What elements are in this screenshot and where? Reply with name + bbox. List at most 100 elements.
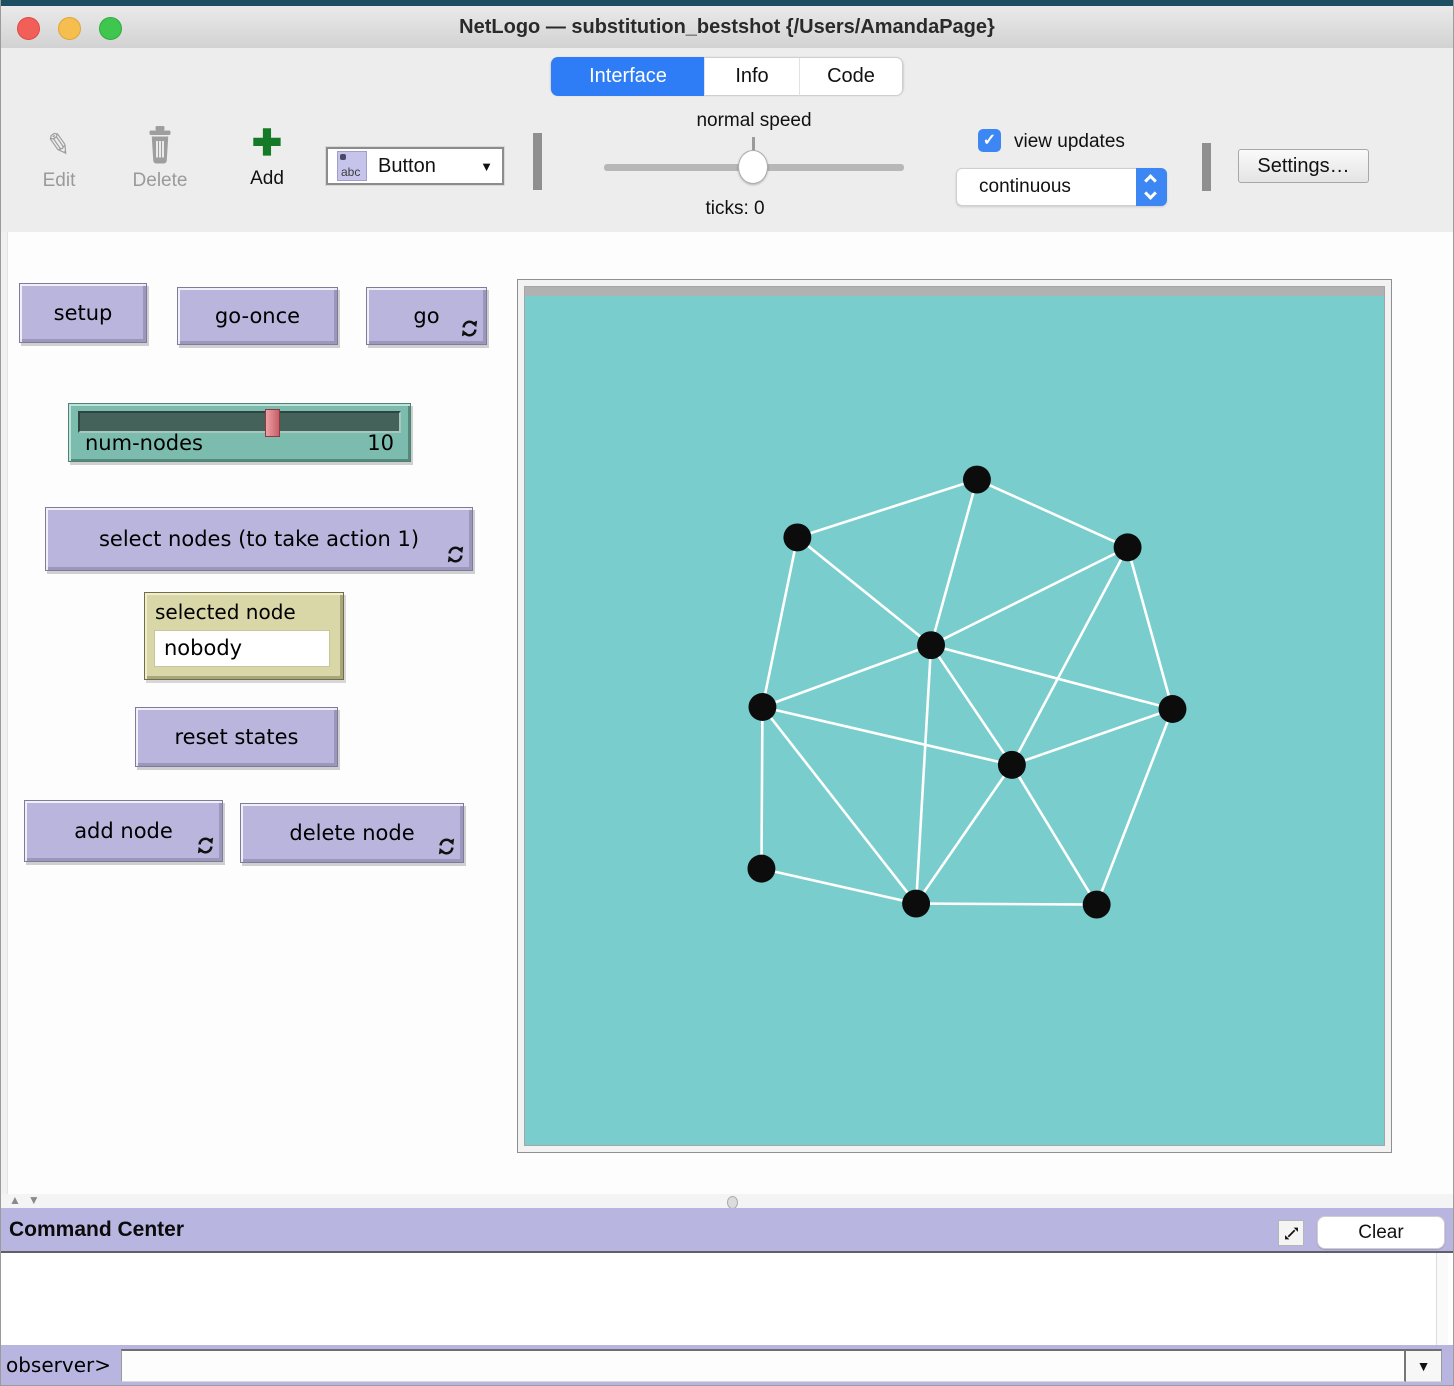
forever-icon [438,838,455,855]
toolbar-divider [533,133,542,190]
speed-slider-thumb[interactable] [738,150,768,184]
view-updates-checkbox[interactable]: ✓ [978,129,1001,152]
detach-icon [1284,1226,1299,1241]
titlebar: NetLogo — substitution_bestshot {/Users/… [1,6,1453,49]
ticks-counter: ticks: 0 [604,198,866,220]
button-widget-icon: abc [337,151,367,181]
dropdown-caret-icon: ▼ [480,159,493,174]
output-scrollbar[interactable] [1436,1253,1448,1345]
command-center-splitter[interactable]: ▲▼ [1,1194,1453,1209]
toolbar-divider [1202,143,1211,191]
command-input-row: observer> ▼ [1,1345,1453,1386]
splitter-arrows-icon[interactable]: ▲▼ [9,1193,47,1207]
add-node-button[interactable]: add node [24,800,223,862]
view-updates-label: view updates [1014,131,1125,153]
netlogo-window: NetLogo — substitution_bestshot {/Users/… [0,0,1454,1386]
network-svg [525,287,1384,1145]
update-mode-value: continuous [979,176,1071,197]
pencil-icon: ✎ [31,124,87,168]
delete-node-button[interactable]: delete node [240,803,464,863]
graph-edge [1012,547,1128,764]
graph-node[interactable] [783,523,811,551]
go-button[interactable]: go [366,287,487,345]
selected-node-monitor-label: selected node [155,600,296,624]
command-input[interactable] [121,1349,1406,1382]
setup-button[interactable]: setup [19,283,147,343]
num-nodes-slider-label: num-nodes [85,431,203,455]
edit-tool-button[interactable]: ✎ Edit [31,124,87,192]
graph-node[interactable] [747,855,775,883]
graph-edge [931,547,1128,645]
add-node-button-label: add node [74,819,173,843]
graph-edge [797,537,931,645]
widget-type-value: Button [378,155,436,178]
select-nodes-button[interactable]: select nodes (to take action 1) [45,507,473,571]
graph-node[interactable] [963,466,991,494]
graph-node[interactable] [917,631,945,659]
graph-edge [762,645,931,707]
world-view[interactable] [524,286,1385,1146]
tab-code[interactable]: Code [800,57,903,96]
reset-states-button-label: reset states [174,725,298,749]
command-center-header: Command Center Clear [1,1208,1453,1253]
graph-edge [797,480,977,538]
graph-node[interactable] [1083,891,1111,919]
plus-icon: ✚ [239,122,295,166]
interface-canvas: setup go-once go num-nodes 10 select [1,232,1453,1194]
num-nodes-slider-track[interactable] [78,411,401,433]
go-once-button[interactable]: go-once [177,287,338,345]
speed-slider-label: normal speed [604,110,904,132]
go-button-label: go [413,304,439,328]
selected-node-monitor: selected node nobody [144,592,344,680]
stepper-icon [1136,168,1167,206]
graph-edge [1012,765,1097,905]
graph-node[interactable] [748,693,776,721]
toolbar: Interface Info Code ✎ Edit Delete [1,48,1453,233]
widget-type-dropdown[interactable]: abc Button ▼ [326,147,504,185]
add-tool-label: Add [239,168,295,190]
graph-node[interactable] [998,751,1026,779]
select-nodes-button-label: select nodes (to take action 1) [99,527,419,551]
command-history-dropdown[interactable]: ▼ [1406,1349,1442,1382]
add-tool-button[interactable]: ✚ Add [239,122,295,190]
command-center-output[interactable] [1,1253,1453,1346]
graph-edge [1128,547,1173,709]
left-edge-strip [1,232,8,1194]
clear-button[interactable]: Clear [1317,1216,1445,1249]
world-view-frame [517,279,1392,1153]
graph-node[interactable] [902,890,930,918]
window-title: NetLogo — substitution_bestshot {/Users/… [1,6,1453,48]
graph-node[interactable] [1159,695,1187,723]
tab-interface[interactable]: Interface [551,57,704,96]
graph-edge [977,480,1128,548]
tab-info[interactable]: Info [704,57,800,96]
forever-icon [447,546,464,563]
command-center-title: Command Center [9,1208,184,1251]
graph-edge [916,765,1012,904]
reset-states-button[interactable]: reset states [135,707,338,767]
update-mode-select[interactable]: continuous [956,168,1167,206]
settings-button[interactable]: Settings… [1238,149,1369,183]
tab-bar: Interface Info Code [551,57,903,94]
num-nodes-slider[interactable]: num-nodes 10 [68,403,411,462]
graph-edge [762,537,797,707]
graph-edge [916,645,931,903]
detach-command-center-button[interactable] [1278,1220,1304,1246]
graph-edge [931,480,977,646]
trash-icon [127,124,193,168]
selected-node-monitor-value: nobody [154,630,330,667]
graph-node[interactable] [1114,533,1142,561]
setup-button-label: setup [54,301,113,325]
graph-edge [761,707,762,869]
num-nodes-slider-value: 10 [367,431,394,455]
graph-edge [916,904,1097,905]
graph-edge [1097,709,1173,905]
forever-icon [461,320,478,337]
delete-node-button-label: delete node [289,821,414,845]
observer-prompt: observer> [6,1345,111,1386]
delete-tool-button[interactable]: Delete [127,124,193,192]
forever-icon [197,837,214,854]
delete-tool-label: Delete [127,170,193,192]
edit-tool-label: Edit [31,170,87,192]
go-once-button-label: go-once [215,304,300,328]
